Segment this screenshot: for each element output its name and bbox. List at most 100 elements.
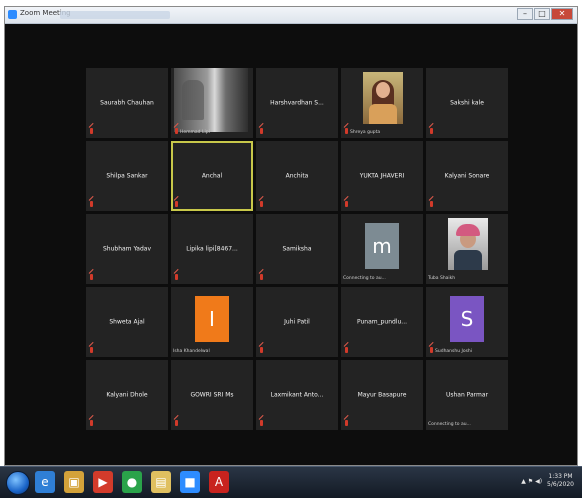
muted-mic-icon [260, 201, 263, 207]
participant-name: Samiksha [282, 245, 312, 253]
participant-tile[interactable]: Tuba Shaikh [426, 214, 508, 284]
participant-tile[interactable]: Punam_pundlu... [341, 287, 423, 357]
windows-taskbar: e ▣ ▶ ● ▤ ■ A ▲ ⚑ ◀) 1:33 PM 5/6/2020 [0, 466, 582, 498]
participant-tile[interactable]: Anchita [256, 141, 338, 211]
muted-mic-icon [90, 347, 93, 353]
participant-name: Mayur Basapure [357, 391, 407, 399]
zoom-window: Zoom Meeting – □ ✕ Saurabh Chauhan Hemmad… [4, 6, 578, 466]
participant-name: YUKTA JHAVERI [359, 172, 405, 180]
participant-caption: Hemmad Lipi [180, 130, 210, 135]
participant-tile[interactable]: S Sudhanshu Joshi [426, 287, 508, 357]
muted-mic-icon [345, 201, 348, 207]
participant-name: Kalyani Sonare [444, 172, 490, 180]
muted-mic-icon [90, 201, 93, 207]
participant-caption: Isha Khandelwal [173, 349, 210, 354]
participant-name: Ushan Parmar [445, 391, 489, 399]
taskbar-icons: e ▣ ▶ ● ▤ ■ A [35, 471, 229, 493]
participant-tile[interactable]: Samiksha [256, 214, 338, 284]
participant-tile[interactable]: m Connecting to au... [341, 214, 423, 284]
participant-tile[interactable]: Shweta Ajal [86, 287, 168, 357]
participant-name: Shilpa Sankar [106, 172, 148, 180]
muted-mic-icon [175, 201, 178, 207]
system-tray: ▲ ⚑ ◀) 1:33 PM 5/6/2020 [521, 473, 574, 489]
participant-tile[interactable]: Shubham Yadav [86, 214, 168, 284]
participant-tile[interactable]: Juhi Patil [256, 287, 338, 357]
participant-caption: Connecting to au... [428, 422, 471, 427]
participant-name: Kalyani Dhole [106, 391, 148, 399]
window-controls: – □ ✕ [517, 8, 573, 20]
participant-tile[interactable]: Sakshi kale [426, 68, 508, 138]
explorer-icon[interactable]: ▣ [64, 471, 84, 493]
participant-name: Lipika lipi[8467... [186, 245, 238, 253]
participant-tile[interactable]: Kalyani Sonare [426, 141, 508, 211]
participant-caption: Connecting to au... [343, 276, 386, 281]
muted-mic-icon [90, 128, 93, 134]
participant-avatar: S [450, 296, 484, 342]
participant-tile[interactable]: Shilpa Sankar [86, 141, 168, 211]
zoom-icon[interactable]: ■ [180, 471, 200, 493]
muted-mic-icon [90, 420, 93, 426]
participant-tile[interactable]: Harshvardhan S... [256, 68, 338, 138]
participant-name: Punam_pundlu... [356, 318, 408, 326]
participant-tile[interactable]: YUKTA JHAVERI [341, 141, 423, 211]
participant-photo [448, 218, 488, 270]
muted-mic-icon [345, 128, 348, 134]
participant-video [174, 68, 248, 132]
acrobat-icon[interactable]: A [209, 471, 229, 493]
muted-mic-icon [90, 274, 93, 280]
clock-date: 5/6/2020 [547, 481, 574, 488]
chrome-icon[interactable]: ● [122, 471, 142, 493]
participant-name: Saurabh Chauhan [100, 99, 154, 107]
start-button[interactable] [6, 471, 30, 495]
participant-name: Laxmikant Anto... [270, 391, 324, 399]
participant-tile[interactable]: Hemmad Lipi [171, 68, 253, 138]
participant-tile[interactable]: Laxmikant Anto... [256, 360, 338, 430]
participant-name: Harshvardhan S... [270, 99, 324, 107]
folder-icon[interactable]: ▤ [151, 471, 171, 493]
participant-name: Shweta Ajal [109, 318, 145, 326]
participant-tile[interactable]: Ushan Parmar Connecting to au... [426, 360, 508, 430]
muted-mic-icon [345, 347, 348, 353]
participant-name: Juhi Patil [284, 318, 310, 326]
participant-caption: Shreya gupta [350, 130, 381, 135]
participant-tile[interactable]: Kalyani Dhole [86, 360, 168, 430]
participant-tile[interactable]: Anchal [171, 141, 253, 211]
zoom-app-icon [8, 10, 17, 19]
participant-name: GOWRI SRI Ms [190, 391, 234, 399]
close-button[interactable]: ✕ [551, 8, 573, 20]
muted-mic-icon [175, 128, 178, 134]
participant-tile[interactable]: Mayur Basapure [341, 360, 423, 430]
muted-mic-icon [430, 201, 433, 207]
participant-tile[interactable]: Saurabh Chauhan [86, 68, 168, 138]
participant-tile[interactable]: GOWRI SRI Ms [171, 360, 253, 430]
media-icon[interactable]: ▶ [93, 471, 113, 493]
title-bar: Zoom Meeting – □ ✕ [5, 7, 577, 24]
muted-mic-icon [260, 274, 263, 280]
maximize-button[interactable]: □ [534, 8, 550, 20]
muted-mic-icon [260, 347, 263, 353]
tray-icons[interactable]: ▲ ⚑ ◀) [521, 478, 542, 485]
ie-icon[interactable]: e [35, 471, 55, 493]
minimize-button[interactable]: – [517, 8, 533, 20]
participant-tile[interactable]: Lipika lipi[8467... [171, 214, 253, 284]
participant-name: Shubham Yadav [102, 245, 151, 253]
title-placeholder-bar [60, 11, 170, 19]
muted-mic-icon [345, 420, 348, 426]
participant-tile[interactable]: I Isha Khandelwal [171, 287, 253, 357]
muted-mic-icon [430, 347, 433, 353]
muted-mic-icon [175, 420, 178, 426]
gallery-grid: Saurabh Chauhan Hemmad Lipi Harshvardhan S… [86, 68, 508, 430]
participant-name: Anchal [201, 172, 223, 180]
muted-mic-icon [260, 420, 263, 426]
participant-avatar: m [365, 223, 399, 269]
clock-time: 1:33 PM [548, 473, 573, 480]
participant-name: Anchita [285, 172, 309, 180]
participant-photo [363, 72, 403, 124]
muted-mic-icon [430, 128, 433, 134]
participant-tile[interactable]: Shreya gupta [341, 68, 423, 138]
participant-avatar: I [195, 296, 229, 342]
muted-mic-icon [175, 274, 178, 280]
participant-caption: Tuba Shaikh [428, 276, 456, 281]
clock[interactable]: 1:33 PM 5/6/2020 [547, 473, 574, 489]
muted-mic-icon [260, 128, 263, 134]
